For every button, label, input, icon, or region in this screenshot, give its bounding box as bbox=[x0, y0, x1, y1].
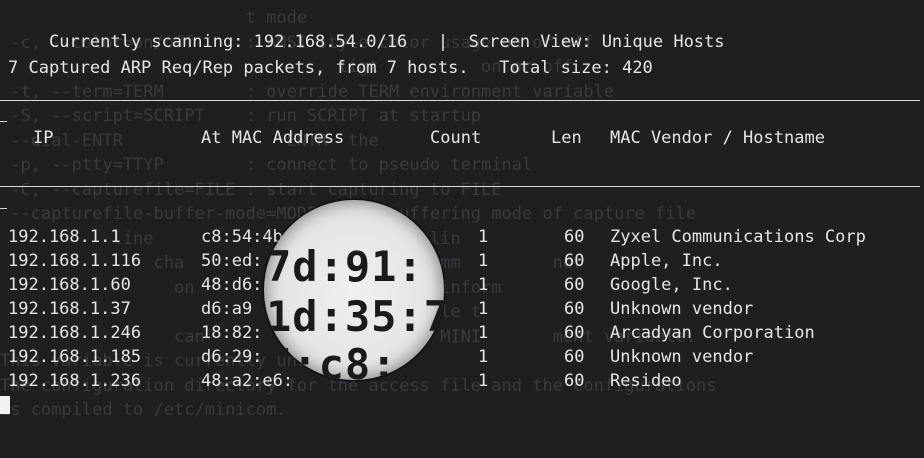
header-count: Count bbox=[430, 128, 482, 148]
cell-count: 1 bbox=[478, 347, 489, 367]
cell-vendor: Arcadyan Corporation bbox=[610, 323, 815, 343]
cell-len: 60 bbox=[564, 227, 585, 247]
cell-vendor: Resideo bbox=[610, 371, 682, 391]
header-ip: IP bbox=[33, 128, 54, 148]
divider-bottom bbox=[0, 186, 920, 187]
cell-ip: 192.168.1.116 bbox=[8, 251, 142, 271]
cell-ip: 192.168.1.37 bbox=[8, 299, 131, 319]
cell-mac: 50:ed: bbox=[201, 251, 263, 271]
cell-mac: 18:82: bbox=[201, 323, 263, 343]
cell-ip: 192.168.1.185 bbox=[8, 347, 142, 367]
background-text-line: is compiled to /etc/minicom. bbox=[0, 400, 287, 420]
table-row[interactable]: 192.168.1.185 d6:29: 1 60 Unknown vendor bbox=[0, 345, 924, 369]
cell-len: 60 bbox=[564, 275, 585, 295]
zoomed-text: 7:c8: bbox=[266, 340, 398, 380]
divider-mark bbox=[0, 208, 7, 209]
table-row[interactable]: 192.168.1.236 48:a2:e6: 1 60 Resideo bbox=[0, 369, 924, 393]
terminal-cursor bbox=[0, 396, 10, 414]
status-separator: | bbox=[437, 32, 449, 52]
table-row[interactable]: 192.168.1.246 18:82: 1 60 Arcadyan Corporati… bbox=[0, 321, 924, 345]
capture-summary: 7 Captured ARP Req/Rep packets, from 7 h… bbox=[8, 58, 653, 78]
cell-ip: 192.168.1.246 bbox=[8, 323, 142, 343]
cell-vendor: Unknown vendor bbox=[610, 347, 754, 367]
background-text-line: -C, --capturefile=FILE : start capturing… bbox=[0, 179, 502, 200]
header-mac: At MAC Address bbox=[201, 128, 345, 148]
background-text-line: -S, --script=SCRIPT : run SCRIPT at star… bbox=[0, 106, 482, 126]
cell-vendor: Unknown vendor bbox=[610, 299, 754, 319]
table-row[interactable]: 192.168.1.37 d6:a9 1 60 Unknown vendor bbox=[0, 297, 924, 321]
cell-len: 60 bbox=[564, 347, 585, 367]
header-len: Len bbox=[551, 128, 582, 148]
cell-len: 60 bbox=[564, 323, 585, 343]
cell-count: 1 bbox=[478, 251, 489, 271]
cell-mac: d6:a9 bbox=[201, 299, 253, 319]
table-row[interactable]: 192.168.1.1 c8:54:4b 1 60 Zyxel Communicatio… bbox=[0, 225, 924, 249]
table-header: IP At MAC Address Count Len MAC Vendor /… bbox=[0, 126, 924, 150]
cell-count: 1 bbox=[478, 227, 489, 247]
table-row[interactable]: 192.168.1.60 48:d6: 1 60 Google, Inc. bbox=[0, 273, 924, 297]
cell-vendor: Apple, Inc. bbox=[610, 251, 723, 271]
background-text-line: -p, --ptty=TTYP : connect to pseudo term… bbox=[0, 155, 533, 175]
cell-ip: 192.168.1.60 bbox=[8, 275, 131, 295]
scanning-status: Currently scanning: 192.168.54.0/16 bbox=[48, 32, 408, 52]
zoomed-text: 7d:91: bbox=[266, 242, 424, 291]
cell-len: 60 bbox=[564, 371, 585, 391]
cell-count: 1 bbox=[478, 323, 489, 343]
cell-count: 1 bbox=[478, 371, 489, 391]
terminal-window[interactable]: t mode -c, --color=on/off : ANSI style c… bbox=[0, 0, 924, 458]
cell-ip: 192.168.1.236 bbox=[8, 371, 142, 391]
cell-vendor: Zyxel Communications Corp bbox=[610, 227, 866, 247]
cell-count: 1 bbox=[478, 275, 489, 295]
screen-view-label: Screen View: Unique Hosts bbox=[468, 32, 725, 52]
divider-mark bbox=[0, 121, 7, 122]
cell-count: 1 bbox=[478, 299, 489, 319]
cell-ip: 192.168.1.1 bbox=[8, 227, 121, 247]
cell-mac: 48:d6: bbox=[201, 275, 263, 295]
divider-top bbox=[0, 100, 920, 101]
cell-len: 60 bbox=[564, 299, 585, 319]
header-vendor: MAC Vendor / Hostname bbox=[610, 128, 825, 148]
cell-len: 60 bbox=[564, 251, 585, 271]
table-row[interactable]: 192.168.1.116 50:ed: 1 60 Apple, Inc. bbox=[0, 249, 924, 273]
zoomed-text: 1d:35:7 bbox=[266, 292, 444, 341]
magnifier-lens: 7d:91: 1d:35:7 7:c8: bbox=[264, 200, 444, 380]
cell-mac: d6:29: bbox=[201, 347, 263, 367]
cell-vendor: Google, Inc. bbox=[610, 275, 733, 295]
